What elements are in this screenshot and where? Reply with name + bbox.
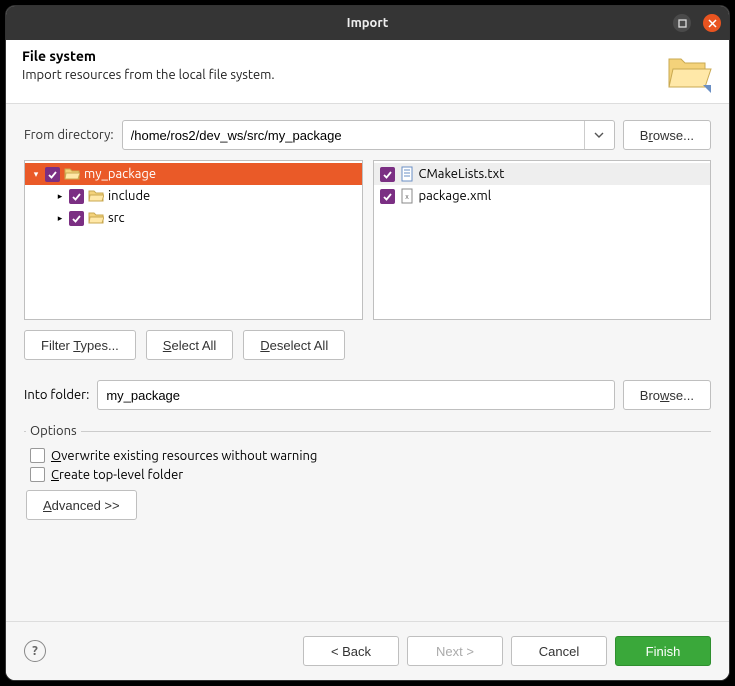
titlebar: Import [6,6,729,40]
tree-root[interactable]: ▾ my_package [25,163,362,185]
tree-root-label: my_package [84,167,156,181]
folder-icon [88,188,104,204]
into-folder-label: Into folder: [24,388,89,402]
file-item-cmakelists[interactable]: CMakeLists.txt [374,163,711,185]
folder-open-icon [64,166,80,182]
import-dialog: Import File system Import resources from… [5,5,730,681]
overwrite-checkbox[interactable] [30,448,45,463]
page-title: File system [22,48,275,64]
file-checkbox[interactable] [380,167,395,182]
file-label: package.xml [419,189,492,203]
xml-file-icon: x [399,188,415,204]
file-item-package-xml[interactable]: x package.xml [374,185,711,207]
from-directory-row: From directory: Browse... [24,120,711,150]
close-button[interactable] [703,14,721,32]
finish-button[interactable]: Finish [615,636,711,666]
maximize-button[interactable] [673,14,691,32]
expand-icon[interactable]: ▸ [55,191,65,202]
from-directory-label: From directory: [24,128,114,142]
into-folder-input[interactable] [97,380,614,410]
tree-item-label: src [108,211,125,225]
tree-item-include[interactable]: ▸ include [25,185,362,207]
create-top-label: Create top-level folder [51,468,183,482]
tree-checkbox[interactable] [69,211,84,226]
dialog-header: File system Import resources from the lo… [6,40,729,104]
overwrite-option[interactable]: Overwrite existing resources without war… [26,446,709,465]
file-label: CMakeLists.txt [419,167,505,181]
select-all-button[interactable]: Select All [146,330,233,360]
tree-item-label: include [108,189,150,203]
collapse-icon[interactable]: ▾ [31,169,41,180]
cancel-button[interactable]: Cancel [511,636,607,666]
chevron-down-icon [594,132,604,138]
file-list-pane[interactable]: CMakeLists.txt x package.xml [373,160,712,320]
tree-root-checkbox[interactable] [45,167,60,182]
browse-source-button[interactable]: Browse... [623,120,711,150]
deselect-all-button[interactable]: Deselect All [243,330,345,360]
next-button: Next > [407,636,503,666]
filter-types-button[interactable]: Filter Types... [24,330,136,360]
options-legend: Options [26,424,81,438]
file-checkbox[interactable] [380,189,395,204]
tree-checkbox[interactable] [69,189,84,204]
from-directory-input[interactable] [123,121,584,149]
tree-item-src[interactable]: ▸ src [25,207,362,229]
folder-icon [88,210,104,226]
dialog-footer: ? < Back Next > Cancel Finish [6,621,729,680]
from-directory-dropdown[interactable] [584,121,614,149]
advanced-button[interactable]: Advanced >> [26,490,137,520]
overwrite-label: Overwrite existing resources without war… [51,449,317,463]
page-subtitle: Import resources from the local file sys… [22,68,275,82]
create-top-checkbox[interactable] [30,467,45,482]
back-button[interactable]: < Back [303,636,399,666]
from-directory-combo[interactable] [122,120,615,150]
svg-text:x: x [405,193,409,201]
help-button[interactable]: ? [24,640,46,662]
content-area: File system Import resources from the lo… [6,40,729,680]
options-group: Options Overwrite existing resources wit… [24,424,711,524]
create-top-option[interactable]: Create top-level folder [26,465,709,484]
folder-open-icon [665,49,713,93]
folder-tree-pane[interactable]: ▾ my_package ▸ include [24,160,363,320]
window-title: Import [347,16,389,30]
expand-icon[interactable]: ▸ [55,213,65,224]
browse-dest-button[interactable]: Browse... [623,380,711,410]
text-file-icon [399,166,415,182]
